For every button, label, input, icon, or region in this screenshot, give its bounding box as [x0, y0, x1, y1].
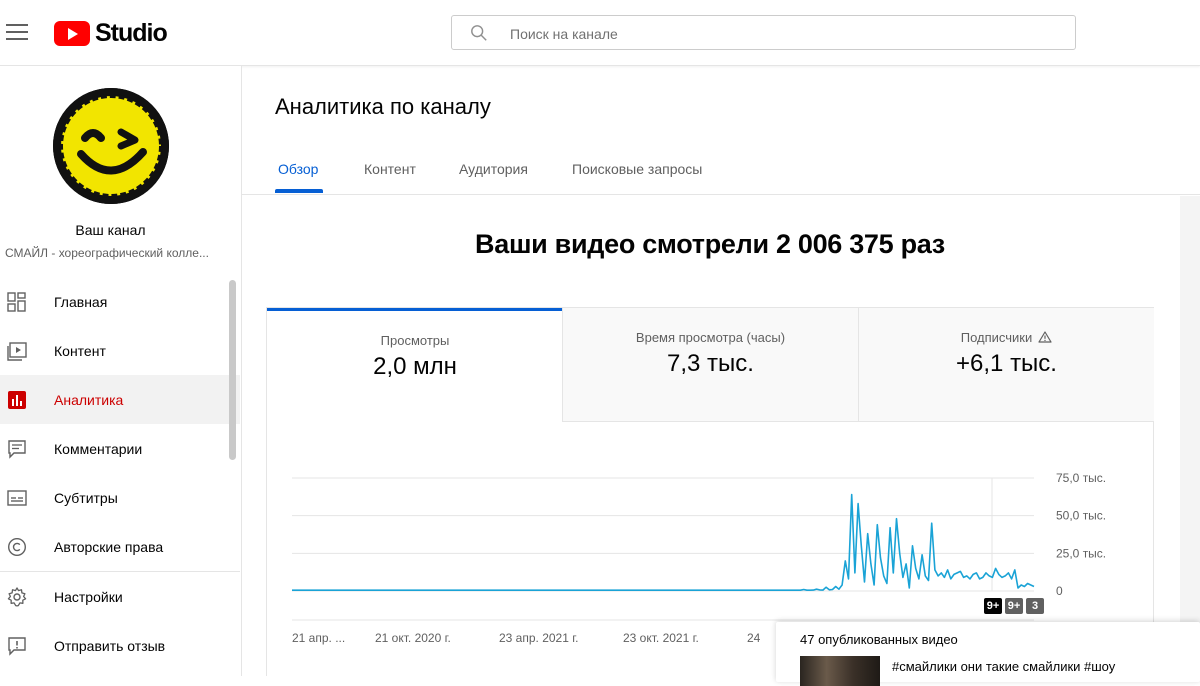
menu-icon[interactable]: [6, 24, 28, 42]
sidebar-item-label: Комментарии: [54, 440, 143, 457]
sidebar-item-label: Настройки: [54, 588, 123, 605]
sidebar-item-subtitles[interactable]: Субтитры: [0, 473, 240, 522]
y-tick-label: 75,0 тыс.: [1056, 471, 1106, 485]
y-tick-label: 50,0 тыс.: [1056, 509, 1106, 523]
tab-overview[interactable]: Обзор: [278, 161, 318, 177]
sidebar-item-comments[interactable]: Комментарии: [0, 424, 240, 473]
feedback-icon: [8, 637, 26, 656]
active-tab-indicator: [275, 189, 323, 193]
y-tick-label: 0: [1056, 584, 1063, 598]
analytics-icon: [8, 391, 26, 409]
views-series-line: [292, 493, 1035, 591]
sidebar-item-label: Отправить отзыв: [54, 637, 166, 654]
sidebar-scrollbar[interactable]: [229, 280, 236, 460]
channel-avatar[interactable]: [53, 88, 169, 204]
x-tick-label: 21 окт. 2020 г.: [375, 631, 451, 645]
metric-watch-time[interactable]: Время просмотра (часы) 7,3 тыс.: [562, 308, 858, 422]
metric-value: +6,1 тыс.: [956, 350, 1057, 377]
sidebar-item-copyright[interactable]: Авторские права: [0, 522, 240, 571]
sidebar-item-label: Контент: [54, 342, 106, 359]
top-bar: Studio: [0, 0, 1200, 66]
tab-audience[interactable]: Аудитория: [459, 161, 528, 177]
published-videos-badge[interactable]: 3: [1026, 598, 1044, 614]
search-icon: [471, 25, 487, 41]
sidebar-item-analytics[interactable]: Аналитика: [0, 375, 240, 424]
copyright-icon: [7, 537, 27, 557]
channel-name[interactable]: СМАЙЛ - хореографический колле...: [5, 246, 218, 260]
metric-subscribers[interactable]: Подписчики +6,1 тыс.: [858, 308, 1154, 422]
metric-label-text: Подписчики: [960, 330, 1033, 345]
x-tick-label: 23 апр. 2021 г.: [499, 631, 578, 645]
tab-search-queries[interactable]: Поисковые запросы: [572, 161, 702, 177]
y-tick-label: 25,0 тыс.: [1056, 546, 1106, 560]
sidebar-item-label: Субтитры: [54, 489, 118, 506]
published-videos-badge[interactable]: 9+: [1005, 598, 1023, 614]
content-icon: [7, 342, 27, 361]
metric-label: Время просмотра (часы): [635, 330, 786, 345]
sidebar-nav: Главная Контент Аналитика Комментарии Су…: [0, 277, 240, 670]
settings-icon: [7, 587, 27, 607]
sidebar: Ваш канал СМАЙЛ - хореографический колле…: [0, 66, 242, 676]
sidebar-item-content[interactable]: Контент: [0, 326, 240, 375]
youtube-play-icon: [54, 20, 90, 46]
sidebar-item-settings[interactable]: Настройки: [0, 572, 240, 621]
your-channel-label: Ваш канал: [75, 222, 146, 238]
search-box[interactable]: [451, 15, 1076, 51]
sidebar-item-label: Главная: [54, 293, 108, 310]
video-thumbnail[interactable]: [800, 656, 880, 686]
published-videos-count: 47 опубликованных видео: [800, 632, 958, 647]
warning-icon[interactable]: [1038, 331, 1052, 343]
video-title[interactable]: #смайлики они такие смайлики #шоу: [892, 659, 1115, 674]
comments-icon: [8, 440, 26, 459]
analytics-tabs: Обзор Контент Аудитория Поисковые запрос…: [242, 148, 1200, 195]
metric-value: 2,0 млн: [373, 353, 457, 380]
published-videos-badge[interactable]: 9+: [984, 598, 1002, 614]
page-scrollbar[interactable]: [1180, 196, 1200, 676]
sidebar-item-label: Аналитика: [54, 391, 124, 408]
metric-views[interactable]: Просмотры 2,0 млн: [267, 308, 563, 422]
youtube-studio-logo[interactable]: Studio: [54, 18, 168, 47]
search-input[interactable]: [508, 16, 1052, 51]
dashboard-icon: [7, 292, 26, 312]
tab-content[interactable]: Контент: [364, 161, 416, 177]
smiley-avatar-icon: [53, 88, 169, 204]
x-tick-label: 24: [747, 631, 761, 645]
x-tick-label: 23 окт. 2021 г.: [623, 631, 699, 645]
logo-text: Studio: [95, 18, 168, 47]
metric-label: Подписчики: [859, 330, 1154, 345]
x-tick-label: 21 апр. ...: [292, 631, 345, 645]
published-videos-popup: 47 опубликованных видео #смайлики они та…: [776, 622, 1200, 686]
metric-value: 7,3 тыс.: [667, 350, 754, 377]
views-headline: Ваши видео смотрели 2 006 375 раз: [475, 229, 945, 259]
sidebar-item-feedback[interactable]: Отправить отзыв: [0, 621, 240, 670]
sidebar-item-dashboard[interactable]: Главная: [0, 277, 240, 326]
subtitles-icon: [7, 490, 27, 506]
page-title: Аналитика по каналу: [275, 94, 491, 119]
sidebar-item-label: Авторские права: [54, 538, 164, 555]
metric-label: Просмотры: [380, 333, 450, 348]
